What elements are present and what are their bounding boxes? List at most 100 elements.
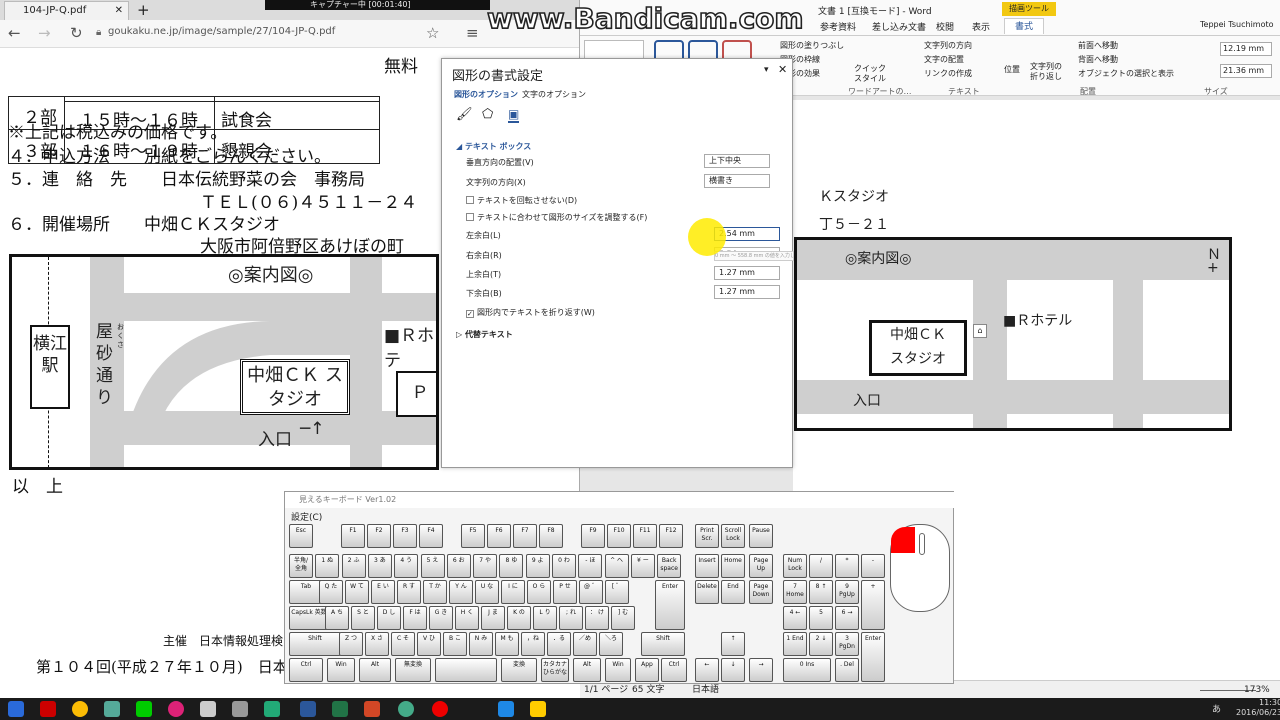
key[interactable]: P せ — [553, 580, 577, 604]
key[interactable]: Enter — [655, 580, 685, 630]
key[interactable]: Tab — [289, 580, 323, 604]
new-tab-icon[interactable]: + — [137, 0, 150, 20]
text-direction-button[interactable]: 文字列の方向 — [924, 40, 972, 51]
start-icon[interactable] — [8, 701, 24, 717]
position-button[interactable]: 位置 — [1004, 64, 1020, 75]
wrap-text-button[interactable]: 文字列の折り返し — [1030, 62, 1066, 82]
no-rotate-checkbox[interactable]: テキストを回転させない(D) — [466, 195, 577, 206]
quick-style-button[interactable]: クイック スタイル — [850, 64, 890, 84]
pane-dropdown-icon[interactable]: ▾ — [764, 65, 769, 75]
address-bar[interactable]: goukaku.ne.jp/image/sample/27/104-JP-Q.p… — [108, 26, 335, 37]
key[interactable]: → — [749, 658, 773, 682]
key[interactable]: 6 お — [446, 554, 471, 578]
app-icon[interactable] — [200, 701, 216, 717]
key[interactable]: Shift — [641, 632, 685, 656]
powerpoint-icon[interactable] — [364, 701, 380, 717]
tab-format[interactable]: 書式 — [1004, 18, 1044, 34]
app-icon[interactable] — [398, 701, 414, 717]
key[interactable]: 4 ← — [783, 606, 807, 630]
key[interactable]: G き — [429, 606, 453, 630]
key[interactable]: 3 あ — [367, 554, 392, 578]
close-icon[interactable]: ✕ — [115, 2, 123, 20]
key[interactable]: F6 — [487, 524, 511, 548]
key[interactable]: ← — [695, 658, 719, 682]
valign-select[interactable]: 上下中央 — [704, 154, 770, 168]
tab-mailings[interactable]: 差し込み文書 — [872, 20, 926, 33]
key[interactable]: 7 や — [473, 554, 498, 578]
key[interactable]: X さ — [365, 632, 389, 656]
effects-icon[interactable]: ⬠ — [482, 107, 493, 122]
key[interactable]: Back space — [657, 554, 682, 578]
key[interactable]: Pause — [749, 524, 773, 548]
key[interactable]: 0 わ — [552, 554, 576, 578]
shape-fill-button[interactable]: 図形の塗りつぶし — [780, 40, 844, 51]
key[interactable]: 5 え — [420, 554, 445, 578]
key[interactable]: Esc — [289, 524, 313, 548]
key[interactable]: Win — [327, 658, 355, 682]
edge-icon[interactable] — [498, 701, 514, 717]
key[interactable]: - ほ — [578, 554, 603, 578]
excel-icon[interactable] — [332, 701, 348, 717]
key[interactable]: N み — [469, 632, 493, 656]
key[interactable]: ¥ ー — [630, 554, 655, 578]
key[interactable]: 2 ふ — [341, 554, 366, 578]
calculator-icon[interactable] — [232, 701, 248, 717]
key[interactable]: * — [835, 554, 859, 578]
clock[interactable]: 11:30 2016/06/23 — [1236, 698, 1280, 718]
key[interactable]: Alt — [359, 658, 391, 682]
key[interactable]: F5 — [461, 524, 485, 548]
height-input[interactable]: 12.19 mm — [1220, 42, 1272, 56]
app-icon[interactable] — [530, 701, 546, 717]
key[interactable]: B こ — [443, 632, 467, 656]
key[interactable]: I に — [501, 580, 525, 604]
selection-pane-button[interactable]: オブジェクトの選択と表示 — [1078, 68, 1174, 79]
resize-checkbox[interactable]: テキストに合わせて図形のサイズを調整する(F) — [466, 212, 647, 223]
key[interactable]: ↓ — [721, 658, 745, 682]
key[interactable]: U な — [475, 580, 499, 604]
key[interactable]: App — [635, 658, 659, 682]
key[interactable]: F9 — [581, 524, 605, 548]
key[interactable]: ^ へ — [604, 554, 629, 578]
key[interactable]: F3 — [393, 524, 417, 548]
reload-icon[interactable]: ↻ — [70, 24, 83, 42]
key[interactable]: 9 PgUp — [835, 580, 859, 604]
key[interactable]: Ctrl — [289, 658, 323, 682]
key[interactable]: F7 — [513, 524, 537, 548]
zoom-level[interactable]: 173% — [1244, 681, 1270, 699]
key[interactable]: Y ん — [449, 580, 473, 604]
key[interactable]: O ら — [527, 580, 551, 604]
key[interactable]: H く — [455, 606, 479, 630]
close-icon[interactable]: ✕ — [778, 63, 787, 76]
key[interactable]: F8 — [539, 524, 563, 548]
text-align-button[interactable]: 文字の配置 — [924, 54, 964, 65]
key[interactable]: End — [721, 580, 745, 604]
key[interactable]: Shift — [289, 632, 341, 656]
key[interactable]: V ひ — [417, 632, 441, 656]
key[interactable]: F10 — [607, 524, 631, 548]
key[interactable]: 2 ↓ — [809, 632, 833, 656]
forward-icon[interactable]: → — [38, 24, 51, 42]
key[interactable]: T か — [423, 580, 447, 604]
key[interactable]: 5 — [809, 606, 833, 630]
key[interactable]: F は — [403, 606, 427, 630]
key[interactable]: D し — [377, 606, 401, 630]
key[interactable]: + — [861, 580, 885, 630]
create-link-button[interactable]: リンクの作成 — [924, 68, 972, 79]
width-input[interactable]: 21.36 mm — [1220, 64, 1272, 78]
key[interactable]: E い — [371, 580, 395, 604]
key[interactable]: L り — [533, 606, 557, 630]
key[interactable]: A ち — [325, 606, 349, 630]
key[interactable]: . Del — [835, 658, 859, 682]
key[interactable]: ，ね — [521, 632, 545, 656]
key[interactable]: F2 — [367, 524, 391, 548]
key[interactable]: F1 — [341, 524, 365, 548]
key[interactable]: F11 — [633, 524, 657, 548]
key[interactable]: 6 → — [835, 606, 859, 630]
key[interactable]: Ctrl — [661, 658, 687, 682]
key[interactable]: @ ゛ — [579, 580, 603, 604]
tab-view[interactable]: 表示 — [972, 20, 990, 33]
ime-indicator[interactable]: あ — [1212, 702, 1221, 715]
key[interactable]: 無変換 — [395, 658, 431, 682]
key[interactable]: C そ — [391, 632, 415, 656]
key[interactable]: / — [809, 554, 833, 578]
